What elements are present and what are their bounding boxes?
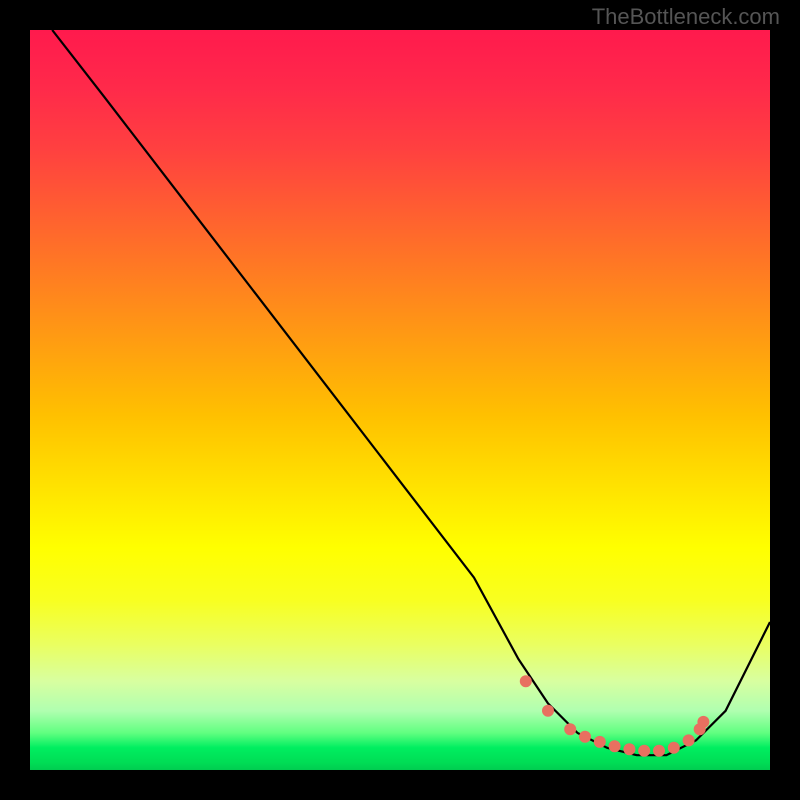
data-dot [653, 745, 665, 757]
data-dot [697, 716, 709, 728]
data-dot [542, 705, 554, 717]
data-dot [579, 731, 591, 743]
data-dot [623, 743, 635, 755]
data-dot [564, 723, 576, 735]
data-dot [683, 734, 695, 746]
data-dots-group [520, 675, 710, 757]
data-dot [609, 740, 621, 752]
data-dot [520, 675, 532, 687]
watermark-text: TheBottleneck.com [592, 4, 780, 30]
chart-plot-area [30, 30, 770, 770]
data-dot [594, 736, 606, 748]
bottleneck-curve-line [52, 30, 770, 755]
data-dot [638, 745, 650, 757]
chart-svg [30, 30, 770, 770]
data-dot [668, 742, 680, 754]
